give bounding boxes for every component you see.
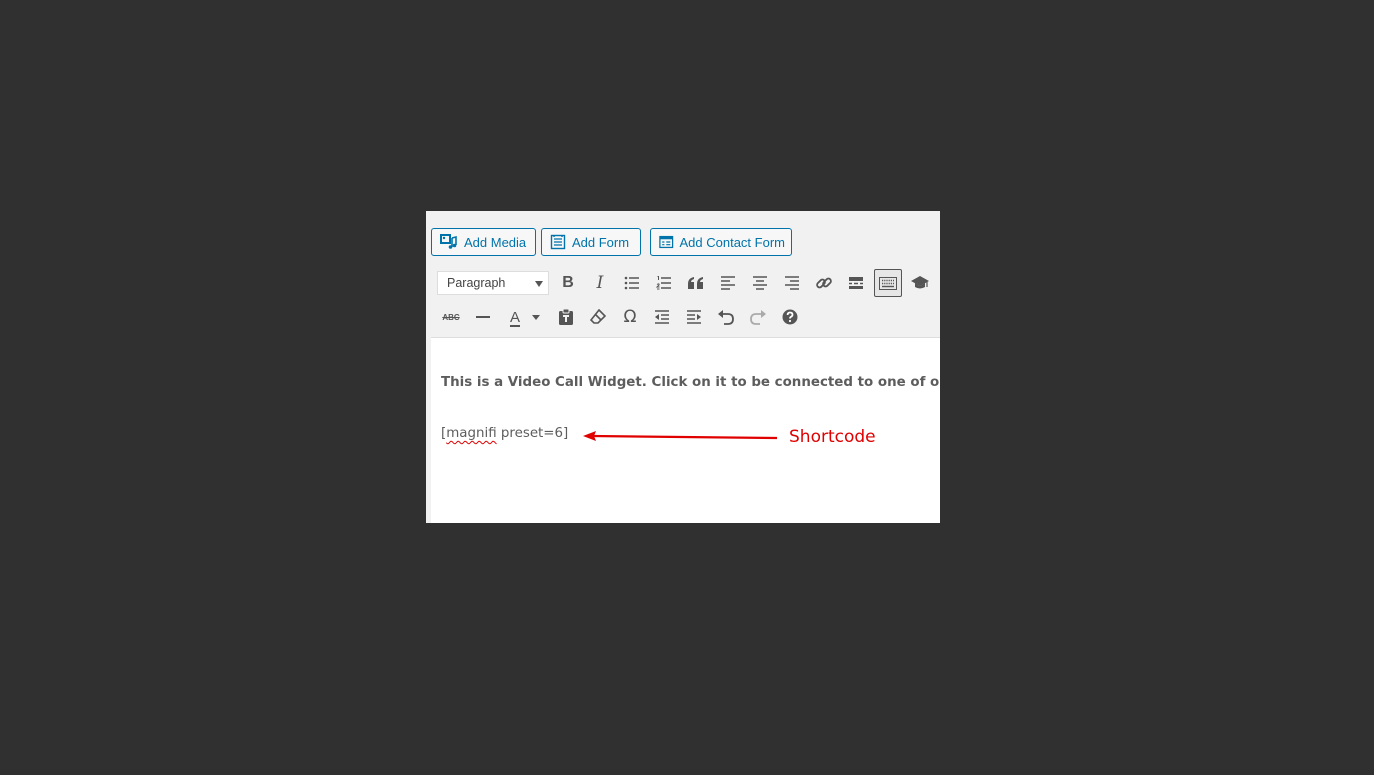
align-center-button[interactable]	[746, 269, 774, 297]
outdent-button[interactable]	[648, 303, 676, 331]
toolbar-toggle-button[interactable]	[874, 269, 902, 297]
shortcode-attributes: preset=6]	[496, 426, 569, 441]
add-contact-form-label: Add Contact Form	[679, 234, 786, 250]
annotation-arrow	[583, 431, 778, 441]
undo-button[interactable]	[712, 303, 740, 331]
text-color-icon: A	[509, 308, 520, 326]
help-icon	[782, 309, 798, 325]
graduation-cap-icon	[911, 276, 929, 289]
add-media-icon	[440, 234, 457, 249]
chevron-down-icon	[535, 281, 543, 287]
add-media-label: Add Media	[464, 234, 527, 250]
align-center-icon	[753, 276, 767, 290]
help-button[interactable]	[776, 303, 804, 331]
italic-button[interactable]: I	[586, 269, 614, 297]
indent-icon	[687, 310, 701, 324]
paste-as-text-icon	[559, 308, 573, 325]
italic-icon: I	[596, 273, 604, 293]
bold-button[interactable]: B	[554, 269, 582, 297]
indent-button[interactable]	[680, 303, 708, 331]
form-icon	[550, 234, 566, 250]
graduation-cap-button[interactable]	[906, 269, 934, 297]
link-icon	[816, 277, 832, 289]
special-character-button[interactable]: Ω	[616, 303, 644, 331]
blockquote-icon	[688, 277, 703, 289]
redo-button[interactable]	[744, 303, 772, 331]
shortcode-text: [magnifi preset=6]	[441, 426, 568, 441]
numbered-list-button[interactable]	[650, 269, 678, 297]
format-select[interactable]: Paragraph	[437, 271, 549, 295]
shortcode-name: magnifi	[446, 426, 497, 441]
content-paragraph: This is a Video Call Widget. Click on it…	[441, 375, 940, 390]
align-right-icon	[785, 276, 799, 290]
read-more-button[interactable]	[842, 269, 870, 297]
eraser-icon	[590, 309, 606, 324]
strikethrough-icon: ABC	[442, 312, 460, 322]
add-contact-form-button[interactable]: Add Contact Form	[650, 228, 792, 256]
numbered-list-icon	[656, 276, 671, 290]
clear-formatting-button[interactable]	[584, 303, 612, 331]
bold-icon: B	[562, 274, 574, 291]
format-select-value: Paragraph	[447, 276, 506, 290]
classic-editor: Add Media Add Form Add Contact Form Para…	[426, 211, 940, 523]
add-media-button[interactable]: Add Media	[431, 228, 536, 256]
omega-icon: Ω	[623, 307, 637, 327]
annotation-label: Shortcode	[789, 427, 876, 447]
horizontal-line-icon	[476, 316, 490, 318]
chevron-down-icon	[532, 314, 540, 320]
paste-as-text-button[interactable]	[552, 303, 580, 331]
link-button[interactable]	[810, 269, 838, 297]
add-form-label: Add Form	[572, 234, 630, 250]
bulleted-list-icon	[624, 276, 639, 290]
text-color-dropdown[interactable]	[524, 303, 548, 331]
align-left-button[interactable]	[714, 269, 742, 297]
undo-icon	[718, 310, 734, 325]
blockquote-button[interactable]	[682, 269, 710, 297]
horizontal-line-button[interactable]	[469, 303, 497, 331]
outdent-icon	[655, 310, 669, 324]
strikethrough-button[interactable]: ABC	[437, 303, 465, 331]
read-more-icon	[849, 277, 863, 289]
contact-form-icon	[659, 235, 674, 249]
align-left-icon	[721, 276, 735, 290]
align-right-button[interactable]	[778, 269, 806, 297]
add-form-button[interactable]: Add Form	[541, 228, 641, 256]
toolbar-toggle-icon	[879, 276, 897, 290]
bulleted-list-button[interactable]	[618, 269, 646, 297]
redo-icon	[750, 310, 766, 325]
